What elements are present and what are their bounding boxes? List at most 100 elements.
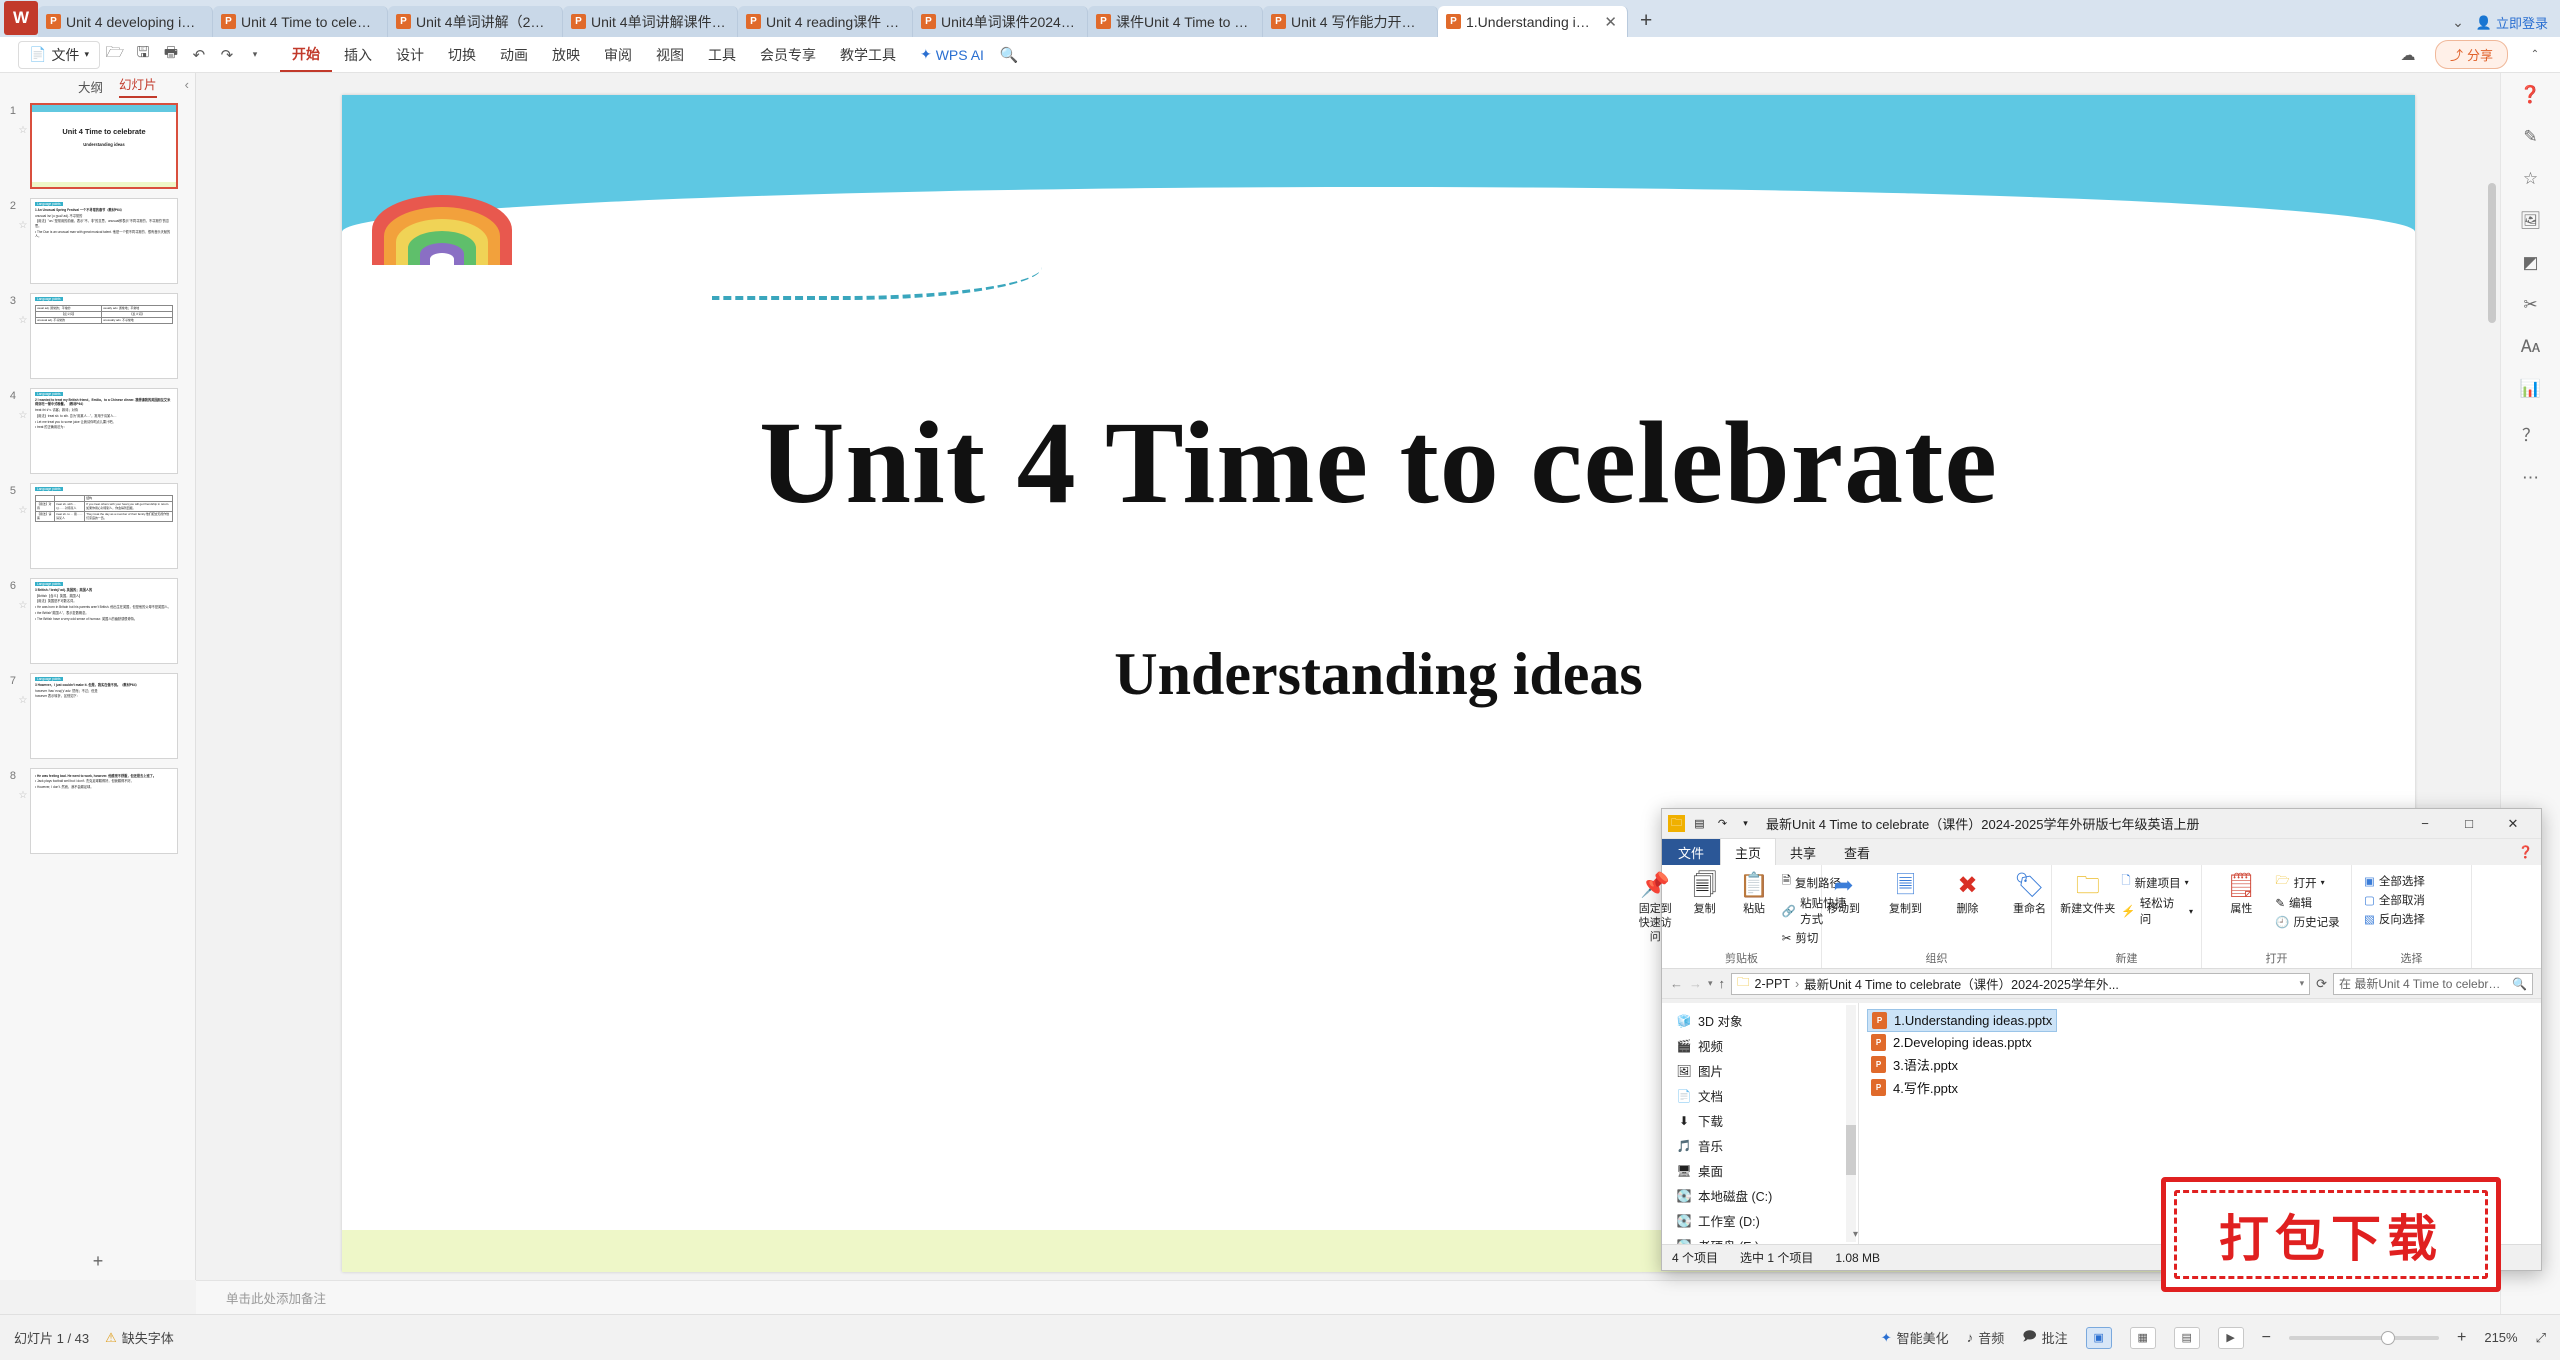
canvas-scrollbar[interactable] [2488, 183, 2496, 323]
slide-thumbnail-row[interactable]: 3 ☆ Language points usual adj. 通常的；平常的 usual… [0, 293, 196, 379]
chart-icon[interactable]: 📊 [2520, 379, 2541, 399]
ribbon-tab-会员专享[interactable]: 会员专享 [748, 39, 828, 71]
document-tab[interactable]: P Unit 4 developing ideas 读写课... [38, 6, 213, 37]
slide-thumbnail[interactable]: Unit 4 Time to celebrate Understanding id… [30, 103, 178, 189]
new-tab-button[interactable]: + [1628, 9, 1664, 37]
refresh-icon[interactable]: ⟳ [2316, 976, 2327, 992]
favorite-icon[interactable]: ☆ [16, 578, 30, 611]
view-sorter-button[interactable]: ▦ [2129, 1326, 2156, 1349]
quick-access-dropdown-icon[interactable]: ▾ [1737, 815, 1754, 832]
notes-pane[interactable]: 单击此处添加备注 [196, 1280, 2500, 1314]
document-tab[interactable]: P Unit 4 reading课件 2024-2025学... [738, 6, 913, 37]
help-icon[interactable]: ❓ [2520, 85, 2541, 105]
view-slideshow-button[interactable]: ▶ [2217, 1326, 2244, 1349]
ribbon-tab-设计[interactable]: 设计 [384, 39, 436, 71]
nav-item[interactable]: 💽 本地磁盘 (C:) [1670, 1183, 1858, 1208]
slide-subtitle[interactable]: Understanding ideas [342, 640, 2415, 709]
slide-thumbnail-row[interactable]: 4 ☆ Language points 2 I wanted to treat my … [0, 388, 196, 474]
move-to-button[interactable]: ➦ 移动到 [1816, 869, 1872, 917]
question-icon[interactable]: ？ [2522, 421, 2539, 446]
breadcrumb-part[interactable]: 2-PPT [1755, 977, 1790, 991]
slide-thumbnail-row[interactable]: 6 ☆ Language points 3 British /ˈbrɪtɪʃ/ adj… [0, 578, 196, 664]
image-icon[interactable]: 🖼 [2520, 211, 2542, 231]
tab-view[interactable]: 查看 [1830, 839, 1884, 866]
file-list-item[interactable]: P 4.写作.pptx [1867, 1076, 1962, 1099]
view-reading-button[interactable]: ▤ [2173, 1326, 2200, 1349]
new-item-button[interactable]: 🗋 新建项目 ▾ [2121, 873, 2193, 892]
close-button[interactable]: ✕ [2491, 809, 2535, 838]
search-icon[interactable]: 🔍 [996, 42, 1022, 68]
ribbon-tab-放映[interactable]: 放映 [540, 39, 592, 71]
nav-item[interactable]: 💽 工作室 (D:) [1670, 1208, 1858, 1233]
more-icon[interactable]: ⋯ [2522, 468, 2539, 488]
delete-button[interactable]: ✖ 删除 [1940, 869, 1996, 917]
nav-item[interactable]: 💽老硬盘 (E:) [1670, 1233, 1858, 1245]
slide-thumbnail[interactable]: • He was feeling bad. He went to work, h… [30, 768, 178, 854]
nav-item[interactable]: 🖥 桌面 [1670, 1158, 1858, 1183]
tab-file[interactable]: 文件 [1662, 838, 1721, 866]
zoom-slider[interactable] [2289, 1330, 2439, 1345]
easy-access-button[interactable]: ⚡ 轻松访问 ▾ [2121, 895, 2193, 927]
select-all-button[interactable]: ▣ 全部选择 [2364, 873, 2425, 889]
ribbon-tab-插入[interactable]: 插入 [332, 39, 384, 71]
forward-icon[interactable]: → [1689, 976, 1702, 991]
history-button[interactable]: 🕘 历史记录 [2275, 914, 2339, 930]
copy-button[interactable]: 🗐 复制 [1683, 869, 1726, 917]
select-none-button[interactable]: ▢ 全部取消 [2364, 892, 2425, 908]
font-warning[interactable]: ⚠ 缺失字体 [105, 1328, 174, 1347]
nav-item[interactable]: 🖼 图片 [1670, 1058, 1858, 1083]
zoom-out-button[interactable]: − [2262, 1329, 2271, 1347]
print-icon[interactable]: 🖶 [158, 42, 184, 68]
slide-thumbnail[interactable]: Language points 2 I wanted to treat my Br… [30, 388, 178, 474]
edit-button[interactable]: ✎ 编辑 [2275, 895, 2339, 911]
ribbon-tab-开始[interactable]: 开始 [279, 38, 332, 72]
favorite-icon[interactable]: ☆ [16, 103, 30, 136]
recent-locations-icon[interactable]: ▾ [1708, 978, 1713, 989]
add-slide-button[interactable]: + [0, 1251, 196, 1272]
slide-thumbnail[interactable]: Language points 3 British /ˈbrɪtɪʃ/ adj. … [30, 578, 178, 664]
zoom-in-button[interactable]: + [2457, 1329, 2466, 1347]
minimize-button[interactable]: − [2403, 809, 2447, 838]
file-menu-button[interactable]: 📄 文件 ▾ [18, 40, 100, 69]
help-icon[interactable]: ❓ [2518, 845, 2541, 859]
properties-icon[interactable]: ▤ [1691, 815, 1708, 832]
nav-item[interactable]: 🧊 3D 对象 [1670, 1008, 1858, 1033]
file-list-item[interactable]: P 1.Understanding ideas.pptx [1867, 1009, 2058, 1032]
ribbon-tab-切换[interactable]: 切换 [436, 39, 488, 71]
slide-thumbnail-row[interactable]: 8 ☆ • He was feeling bad. He went to work,… [0, 768, 196, 854]
ribbon-tab-工具[interactable]: 工具 [696, 39, 748, 71]
nav-item[interactable]: 🎬 视频 [1670, 1033, 1858, 1058]
open-folder-icon[interactable]: 🗁 [102, 42, 128, 68]
favorite-icon[interactable]: ☆ [16, 483, 30, 516]
copy-to-button[interactable]: 🗏 复制到 [1878, 869, 1934, 917]
nav-scrollbar-thumb[interactable] [1846, 1125, 1856, 1175]
nav-item[interactable]: ⬇ 下载 [1670, 1108, 1858, 1133]
ribbon-tab-动画[interactable]: 动画 [488, 39, 540, 71]
document-tab[interactable]: P Unit 4单词讲解课件2024-2025学年... [563, 6, 738, 37]
save-icon[interactable]: 🖫 [130, 42, 156, 68]
breadcrumb-part[interactable]: 最新Unit 4 Time to celebrate（课件）2024-2025学… [1804, 974, 2119, 993]
slide-thumbnail-row[interactable]: 5 ☆ Language points 结构 【用法】对待 treat sb. with … [0, 483, 196, 569]
undo-icon[interactable]: ↷ [1714, 815, 1731, 832]
note-button[interactable]: 🗩 批注 [2022, 1327, 2067, 1349]
favorite-icon[interactable]: ☆ [16, 293, 30, 326]
document-tab[interactable]: P 课件Unit 4 Time to celebrate 课件... [1088, 6, 1263, 37]
document-tab[interactable]: P Unit 4 写作能力开练.pptx [1263, 6, 1438, 37]
slide-thumbnail-row[interactable]: 1 ☆ Unit 4 Time to celebrate Understanding … [0, 103, 196, 189]
collapse-panel-icon[interactable]: ‹ [185, 77, 189, 92]
document-tab[interactable]: P Unit 4 Time to celebrate 单词/... [213, 6, 388, 37]
maximize-button[interactable]: □ [2447, 809, 2491, 838]
slide-thumbnail-row[interactable]: 7 ☆ Language points 3 However，I just couldn… [0, 673, 196, 759]
style-icon[interactable]: ✎ [2523, 127, 2537, 147]
pin-to-quick-access-button[interactable]: 📌 固定到快速访问 [1634, 869, 1677, 944]
slide-thumbnail[interactable]: Language points 1 An Unusual Spring Festi… [30, 198, 178, 284]
nav-item[interactable]: 📄 文档 [1670, 1083, 1858, 1108]
address-input[interactable]: 🗀 2-PPT › 最新Unit 4 Time to celebrate（课件）… [1731, 972, 2311, 995]
login-button[interactable]: 👤 立即登录 [2476, 13, 2548, 32]
invert-selection-button[interactable]: ▧ 反向选择 [2364, 911, 2425, 927]
favorite-icon[interactable]: ☆ [16, 768, 30, 801]
up-icon[interactable]: ↑ [1719, 976, 1726, 991]
rename-button[interactable]: 🏷 重命名 [2002, 869, 2058, 917]
tab-home[interactable]: 主页 [1720, 838, 1777, 866]
back-icon[interactable]: ← [1670, 976, 1683, 991]
